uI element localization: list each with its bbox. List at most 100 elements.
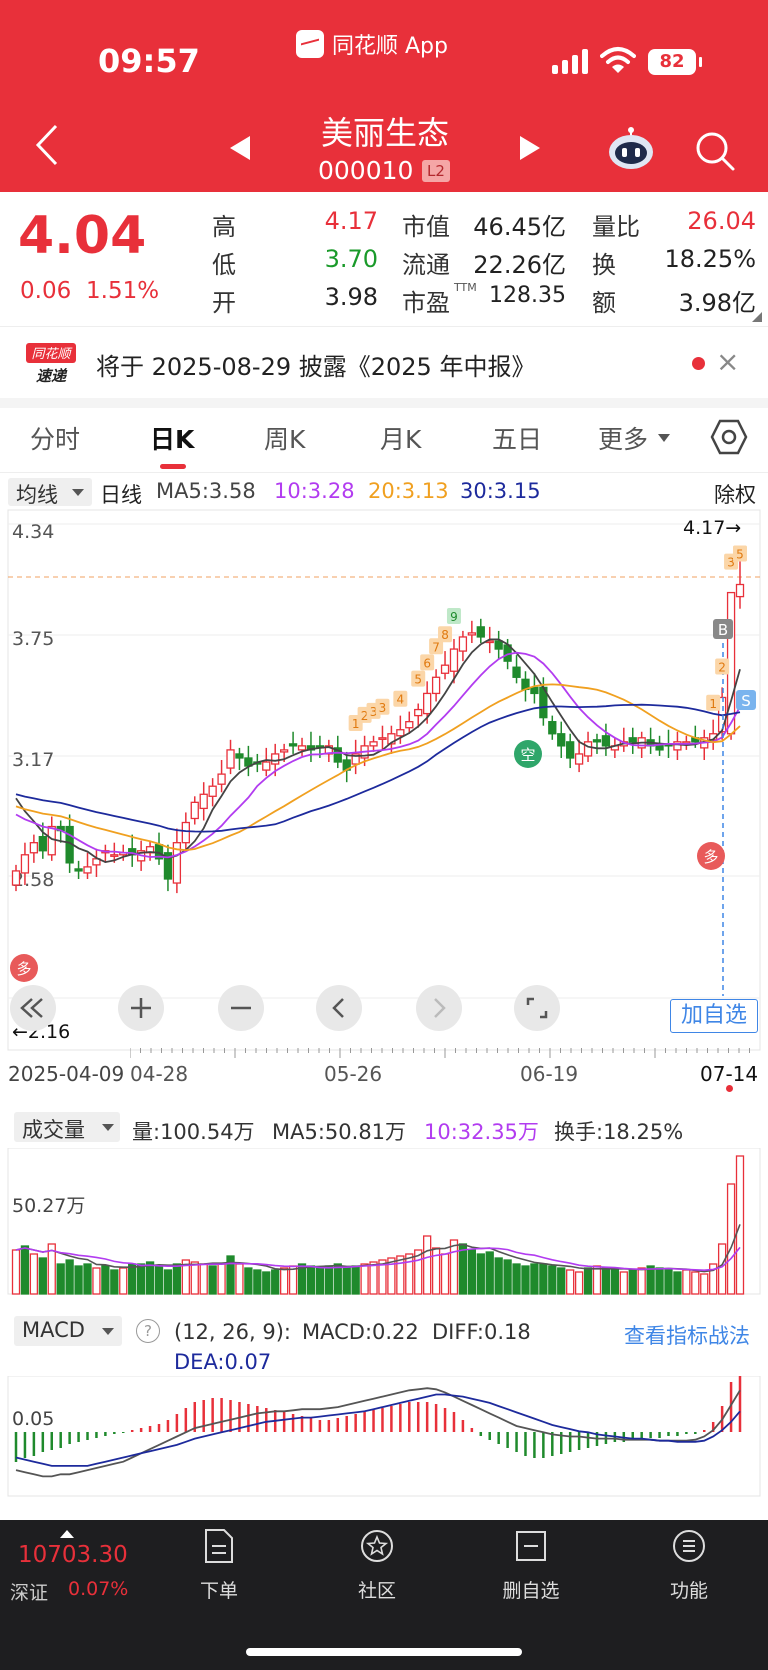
volume-bar bbox=[646, 1265, 655, 1295]
nav-remove-watch-button[interactable]: 删自选 bbox=[476, 1528, 586, 1604]
price-change: 0.06 bbox=[20, 278, 72, 304]
nav-remove-watch-label: 删自选 bbox=[502, 1580, 560, 1602]
zoom-out-all-button[interactable] bbox=[10, 985, 56, 1031]
macd-indicator-dropdown[interactable]: MACD bbox=[14, 1316, 122, 1346]
candle-body bbox=[530, 686, 539, 695]
candle-body bbox=[414, 708, 423, 717]
count-tag-text: 4 bbox=[397, 693, 405, 707]
candle-body bbox=[83, 866, 92, 874]
adjust-type-button[interactable]: 除权 bbox=[714, 479, 756, 509]
diff-line bbox=[15, 1387, 741, 1478]
volume-bar bbox=[235, 1263, 244, 1295]
ma-line-30 bbox=[15, 703, 741, 833]
volume-bar bbox=[199, 1263, 208, 1295]
long-signal-text-1: 多 bbox=[703, 848, 718, 866]
tab-1[interactable]: 日K bbox=[150, 420, 194, 456]
empty-signal-text: 空 bbox=[520, 746, 535, 764]
count-tag-text: 5 bbox=[736, 548, 744, 562]
candle-body bbox=[601, 735, 611, 747]
long-signal-badge-1: 多 bbox=[697, 842, 725, 870]
notice-banner[interactable]: 同花顺 速递 将于 2025-08-29 披露《2025 年中报》 × bbox=[0, 326, 768, 397]
volume-bar bbox=[324, 1265, 333, 1295]
stock-name: 美丽生态 bbox=[320, 114, 449, 152]
macd-dropdown-label: MACD bbox=[22, 1318, 85, 1342]
price-change-percent: 1.51% bbox=[86, 278, 160, 304]
signal-count-tags: 123345678912345 bbox=[348, 545, 747, 731]
volume-bar bbox=[217, 1263, 226, 1295]
nav-functions-button[interactable]: 功能 bbox=[634, 1528, 744, 1604]
volume-bar bbox=[288, 1265, 298, 1295]
candle-body bbox=[458, 636, 468, 652]
volume-chart[interactable]: 50.27万 bbox=[0, 1148, 768, 1296]
nav-functions-label: 功能 bbox=[669, 1580, 708, 1602]
volume-bar bbox=[65, 1259, 74, 1295]
expand-corner-icon[interactable] bbox=[752, 312, 762, 322]
macd-chart[interactable]: 0.05 bbox=[0, 1376, 768, 1498]
more-tabs-chevron-down-icon[interactable] bbox=[658, 434, 670, 442]
notice-text[interactable]: 将于 2025-08-29 披露《2025 年中报》 bbox=[96, 347, 535, 382]
candle-body bbox=[217, 773, 226, 785]
volume-bars bbox=[11, 1155, 745, 1295]
notice-logo-line1: 同花顺 bbox=[31, 347, 73, 362]
volume-bar bbox=[208, 1265, 217, 1295]
index-value[interactable]: 10703.30 bbox=[18, 1542, 128, 1568]
quote-value-2: 3.98 bbox=[324, 283, 378, 311]
volume-bar bbox=[628, 1269, 637, 1295]
quote-label-6: 量比 bbox=[592, 213, 640, 241]
volume-indicator-dropdown[interactable]: 成交量 bbox=[14, 1112, 120, 1142]
ths-app-icon bbox=[296, 30, 324, 58]
tab-0[interactable]: 分时 bbox=[30, 420, 80, 456]
volume-bar bbox=[726, 1183, 736, 1295]
tab-3[interactable]: 月K bbox=[380, 420, 421, 456]
volume-bar bbox=[74, 1265, 83, 1295]
add-to-watchlist-button[interactable]: 加自选 bbox=[670, 999, 758, 1033]
ma-type-dropdown[interactable]: 均线 bbox=[8, 478, 92, 507]
candle-body bbox=[279, 749, 289, 753]
date-label-4: 06-19 bbox=[520, 1062, 579, 1086]
candle-body bbox=[181, 821, 190, 844]
scroll-right-button[interactable] bbox=[416, 985, 462, 1031]
prev-stock-button[interactable] bbox=[230, 136, 250, 160]
bottom-bar: 10703.30 深证 0.07% 下单 社区 删自选 功能 bbox=[0, 1520, 768, 1670]
volume-bar bbox=[342, 1267, 351, 1295]
tab-4[interactable]: 五日 bbox=[492, 420, 542, 456]
ai-assistant-robot-icon[interactable] bbox=[608, 126, 654, 170]
help-icon[interactable]: ? bbox=[136, 1319, 160, 1343]
volume-ma10: 10:32.35万 bbox=[424, 1120, 539, 1144]
next-stock-button[interactable] bbox=[520, 136, 540, 160]
tab-2[interactable]: 周K bbox=[264, 420, 305, 456]
tab-5[interactable]: 更多 bbox=[598, 420, 648, 456]
candle-body bbox=[557, 733, 566, 747]
chevron-down-icon bbox=[102, 1124, 114, 1131]
nav-community-label: 社区 bbox=[357, 1580, 396, 1602]
volume-bar bbox=[521, 1265, 530, 1295]
scroll-left-button[interactable] bbox=[316, 985, 362, 1031]
volume-bar bbox=[262, 1271, 271, 1295]
zoom-out-button[interactable] bbox=[218, 985, 264, 1031]
candle-body bbox=[74, 868, 83, 872]
kline-chart[interactable]: 4.343.753.172.581.99 123345678912345 B S… bbox=[0, 508, 768, 1056]
quote-label-3: 市值 bbox=[402, 213, 450, 241]
chart-settings-hexagon-icon[interactable] bbox=[710, 418, 748, 456]
volume-bar bbox=[592, 1265, 602, 1295]
indicator-strategy-link[interactable]: 查看指标战法 bbox=[624, 1320, 750, 1350]
nav-community-button[interactable]: 社区 bbox=[322, 1528, 432, 1604]
nav-order-button[interactable]: 下单 bbox=[164, 1528, 274, 1604]
candle-body bbox=[423, 692, 432, 715]
app-switch-label[interactable]: 同花顺 App bbox=[296, 28, 448, 60]
volume-bar bbox=[655, 1267, 664, 1295]
search-icon[interactable] bbox=[694, 130, 736, 172]
date-label-2: 04-28 bbox=[130, 1062, 189, 1086]
sell-signal-text: S bbox=[741, 692, 751, 710]
app-label-text: 同花顺 App bbox=[332, 34, 448, 59]
volume-bar bbox=[92, 1267, 101, 1295]
close-icon[interactable]: × bbox=[716, 345, 739, 378]
chevron-down-icon bbox=[102, 1328, 114, 1335]
volume-bar bbox=[423, 1235, 432, 1295]
zoom-in-button[interactable] bbox=[118, 985, 164, 1031]
back-arrow-icon[interactable] bbox=[30, 122, 64, 168]
volume-bar bbox=[83, 1263, 92, 1295]
volume-bar bbox=[119, 1267, 128, 1295]
volume-bar bbox=[494, 1257, 503, 1295]
fullscreen-button[interactable] bbox=[514, 985, 560, 1031]
